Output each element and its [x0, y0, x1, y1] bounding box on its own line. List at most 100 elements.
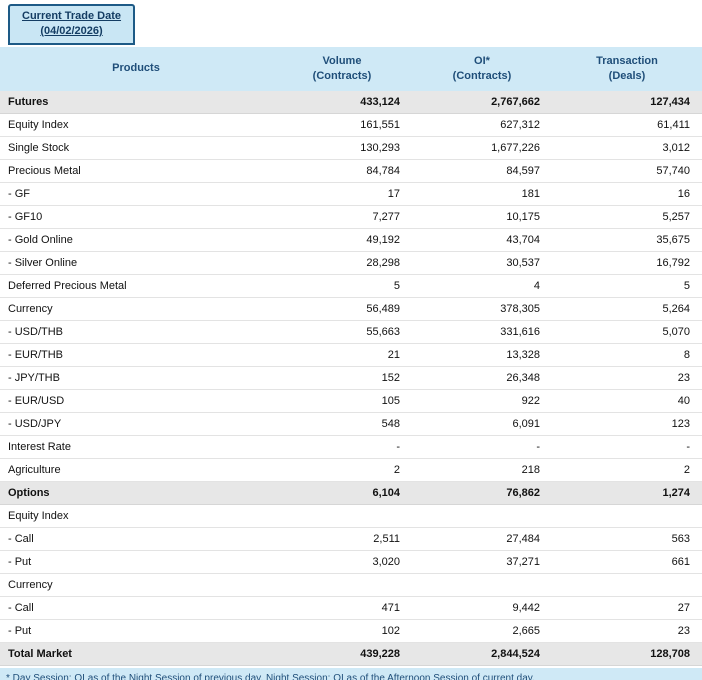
transaction-cell: 23	[552, 366, 702, 391]
product-cell: - Put	[0, 550, 272, 575]
header-row: Products Volume (Contracts) OI* (Contrac…	[0, 46, 702, 92]
volume-cell: 152	[272, 366, 412, 391]
section-row: Futures 433,124 2,767,662 127,434	[0, 91, 702, 115]
transaction-cell: 563	[552, 527, 702, 552]
product-cell: - EUR/THB	[0, 343, 272, 368]
column-header-transaction: Transaction (Deals)	[552, 46, 702, 92]
table-row: - Call 2,511 27,484 563	[0, 527, 702, 552]
product-cell: Agriculture	[0, 458, 272, 483]
transaction-cell: 16,792	[552, 251, 702, 276]
volume-cell: 433,124	[272, 91, 412, 115]
product-cell: - GF10	[0, 205, 272, 230]
tab-label-line2: (04/02/2026)	[40, 24, 103, 37]
oi-cell: 84,597	[412, 159, 552, 184]
transaction-cell: 23	[552, 619, 702, 644]
oi-cell: 30,537	[412, 251, 552, 276]
table-row: - GF10 7,277 10,175 5,257	[0, 205, 702, 230]
transaction-cell: 127,434	[552, 91, 702, 115]
table-row: - Put 3,020 37,271 661	[0, 550, 702, 575]
product-cell: - USD/JPY	[0, 412, 272, 437]
table-row: Single Stock 130,293 1,677,226 3,012	[0, 136, 702, 161]
volume-cell: 56,489	[272, 297, 412, 322]
product-cell: Precious Metal	[0, 159, 272, 184]
oi-cell: 922	[412, 389, 552, 414]
product-cell: Equity Index	[0, 113, 272, 138]
table-row: Precious Metal 84,784 84,597 57,740	[0, 159, 702, 184]
oi-cell: 6,091	[412, 412, 552, 437]
table-row: - Gold Online 49,192 43,704 35,675	[0, 228, 702, 253]
product-cell: Single Stock	[0, 136, 272, 161]
column-header-products: Products	[0, 46, 272, 92]
transaction-cell: 16	[552, 182, 702, 207]
trade-summary-table: Products Volume (Contracts) OI* (Contrac…	[0, 46, 702, 667]
transaction-cell: 5,264	[552, 297, 702, 322]
volume-cell: 21	[272, 343, 412, 368]
table-row: Deferred Precious Metal 5 4 5	[0, 274, 702, 299]
transaction-cell: 8	[552, 343, 702, 368]
volume-cell: 7,277	[272, 205, 412, 230]
volume-cell: 548	[272, 412, 412, 437]
volume-cell: 84,784	[272, 159, 412, 184]
oi-cell: 9,442	[412, 596, 552, 621]
product-cell: Deferred Precious Metal	[0, 274, 272, 299]
table-row: Interest Rate - - -	[0, 435, 702, 460]
oi-cell: 2,665	[412, 619, 552, 644]
transaction-cell	[552, 573, 702, 598]
table-row: Currency 56,489 378,305 5,264	[0, 297, 702, 322]
table-row: - Call 471 9,442 27	[0, 596, 702, 621]
transaction-cell: 40	[552, 389, 702, 414]
oi-cell: 10,175	[412, 205, 552, 230]
volume-cell	[272, 573, 412, 598]
transaction-cell: 661	[552, 550, 702, 575]
column-header-oi: OI* (Contracts)	[412, 46, 552, 92]
footnote: * Day Session: OI as of the Night Sessio…	[0, 668, 702, 680]
oi-cell	[412, 504, 552, 529]
volume-cell: 2	[272, 458, 412, 483]
transaction-cell: 35,675	[552, 228, 702, 253]
product-cell: - Put	[0, 619, 272, 644]
table-row: Equity Index 161,551 627,312 61,411	[0, 113, 702, 138]
oi-cell: 2,767,662	[412, 91, 552, 115]
table-row: - Silver Online 28,298 30,537 16,792	[0, 251, 702, 276]
volume-cell: 55,663	[272, 320, 412, 345]
transaction-cell: 123	[552, 412, 702, 437]
column-header-volume: Volume (Contracts)	[272, 46, 412, 92]
section-row: Total Market 439,228 2,844,524 128,708	[0, 642, 702, 667]
table-row: Agriculture 2 218 2	[0, 458, 702, 483]
transaction-cell	[552, 504, 702, 529]
volume-cell: 17	[272, 182, 412, 207]
product-cell: - EUR/USD	[0, 389, 272, 414]
products-header-label: Products	[112, 62, 160, 75]
oi-cell: 76,862	[412, 481, 552, 506]
table-row: - Put 102 2,665 23	[0, 619, 702, 644]
oi-header-label: OI*	[474, 54, 490, 67]
table-row: - JPY/THB 152 26,348 23	[0, 366, 702, 391]
transaction-cell: 27	[552, 596, 702, 621]
transaction-cell: 5	[552, 274, 702, 299]
volume-cell: 105	[272, 389, 412, 414]
volume-cell: 3,020	[272, 550, 412, 575]
volume-cell: 161,551	[272, 113, 412, 138]
transaction-cell: 3,012	[552, 136, 702, 161]
table-body: Futures 433,124 2,767,662 127,434 Equity Ind…	[0, 91, 702, 667]
oi-cell: 181	[412, 182, 552, 207]
oi-cell: 4	[412, 274, 552, 299]
table-row: - EUR/USD 105 922 40	[0, 389, 702, 414]
section-row: Options 6,104 76,862 1,274	[0, 481, 702, 506]
oi-cell: 627,312	[412, 113, 552, 138]
transaction-cell: -	[552, 435, 702, 460]
volume-cell: 6,104	[272, 481, 412, 506]
oi-cell: 37,271	[412, 550, 552, 575]
oi-cell: 218	[412, 458, 552, 483]
table-row: Currency	[0, 573, 702, 598]
tab-label-line1: Current Trade Date	[22, 10, 122, 22]
current-trade-date-tab[interactable]: Current Trade Date (04/02/2026)	[8, 4, 136, 45]
oi-cell: 27,484	[412, 527, 552, 552]
volume-cell: 102	[272, 619, 412, 644]
product-cell: Currency	[0, 573, 272, 598]
table-row: - EUR/THB 21 13,328 8	[0, 343, 702, 368]
product-cell: Total Market	[0, 642, 272, 667]
volume-cell: 2,511	[272, 527, 412, 552]
volume-cell: 5	[272, 274, 412, 299]
transaction-cell: 57,740	[552, 159, 702, 184]
